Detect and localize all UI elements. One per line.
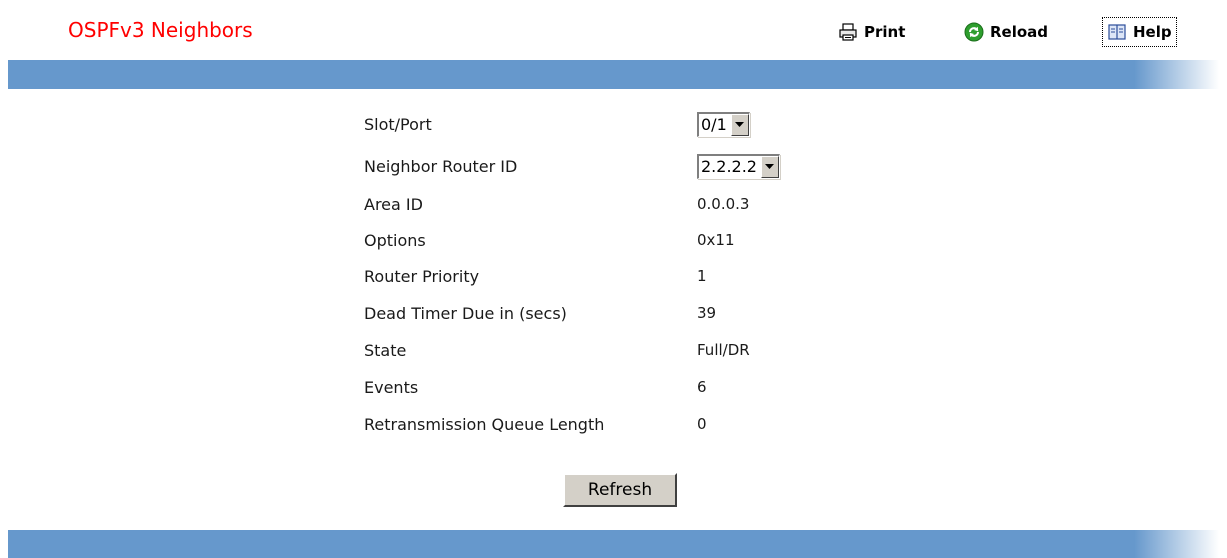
reload-label: Reload xyxy=(990,23,1049,41)
book-icon xyxy=(1107,22,1127,42)
top-divider-bar xyxy=(8,60,1219,89)
chevron-down-icon[interactable] xyxy=(730,113,749,136)
events-row: Events 6 xyxy=(364,369,864,405)
options-value: 0x11 xyxy=(697,231,735,249)
printer-icon xyxy=(838,22,858,42)
help-label: Help xyxy=(1133,23,1172,41)
options-row: Options 0x11 xyxy=(364,222,864,258)
retransmission-queue-length-label: Retransmission Queue Length xyxy=(364,414,605,434)
area-id-value: 0.0.0.3 xyxy=(697,195,750,213)
area-id-label: Area ID xyxy=(364,194,423,214)
retransmission-queue-length-value: 0 xyxy=(697,415,707,433)
dead-timer-row: Dead Timer Due in (secs) 39 xyxy=(364,295,864,331)
neighbor-router-id-label: Neighbor Router ID xyxy=(364,156,518,176)
page: OSPFv3 Neighbors Print Reload Help Slot/… xyxy=(0,0,1227,558)
slot-port-label: Slot/Port xyxy=(364,114,432,134)
chevron-down-icon[interactable] xyxy=(760,155,779,178)
neighbor-router-id-value: 2.2.2.2 xyxy=(699,155,761,178)
bottom-divider-bar xyxy=(8,530,1219,558)
retransmission-queue-length-row: Retransmission Queue Length 0 xyxy=(364,406,864,442)
events-label: Events xyxy=(364,377,419,397)
area-id-row: Area ID 0.0.0.3 xyxy=(364,186,864,222)
page-title: OSPFv3 Neighbors xyxy=(68,18,253,42)
neighbor-router-id-select[interactable]: 2.2.2.2 xyxy=(697,153,780,179)
reload-icon xyxy=(964,22,984,42)
slot-port-value: 0/1 xyxy=(699,113,731,136)
header: OSPFv3 Neighbors Print Reload Help xyxy=(8,0,1219,60)
print-button[interactable]: Print xyxy=(838,20,905,44)
slot-port-row: Slot/Port 0/1 xyxy=(364,106,864,142)
neighbor-router-id-row: Neighbor Router ID 2.2.2.2 xyxy=(364,148,864,184)
options-label: Options xyxy=(364,230,426,250)
print-label: Print xyxy=(864,23,906,41)
router-priority-row: Router Priority 1 xyxy=(364,258,864,294)
reload-button[interactable]: Reload xyxy=(964,20,1048,44)
dead-timer-label: Dead Timer Due in (secs) xyxy=(364,303,567,323)
slot-port-select[interactable]: 0/1 xyxy=(697,111,750,137)
help-button[interactable]: Help xyxy=(1102,17,1177,47)
state-label: State xyxy=(364,340,407,360)
state-row: State Full/DR xyxy=(364,332,864,368)
refresh-button[interactable]: Refresh xyxy=(563,473,677,507)
state-value: Full/DR xyxy=(697,341,750,359)
events-value: 6 xyxy=(697,378,707,396)
router-priority-value: 1 xyxy=(697,267,707,285)
router-priority-label: Router Priority xyxy=(364,266,480,286)
dead-timer-value: 39 xyxy=(697,304,717,322)
